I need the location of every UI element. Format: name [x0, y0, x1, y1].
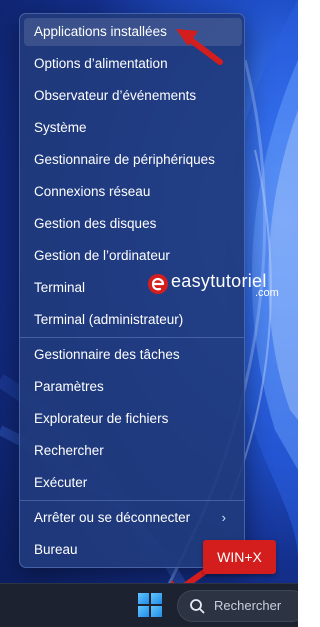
menu-item-gestion-ordinateur[interactable]: Gestion de l’ordinateur: [24, 242, 242, 270]
windows-logo-icon: [138, 593, 149, 604]
menu-item-observateur-evenements[interactable]: Observateur d’événements: [24, 82, 242, 110]
windows-logo-icon: [138, 606, 149, 617]
menu-item-gestion-disques[interactable]: Gestion des disques: [24, 210, 242, 238]
desktop: Applications installées Options d’alimen…: [0, 0, 298, 627]
menu-separator: [20, 337, 244, 338]
menu-item-label: Arrêter ou se déconnecter: [34, 510, 191, 525]
search-icon: [190, 599, 205, 614]
menu-item-applications-installees[interactable]: Applications installées: [24, 18, 242, 46]
watermark-text: easytutoriel: [171, 271, 267, 291]
easytutoriel-watermark: easytutoriel .com: [147, 271, 287, 307]
menu-item-options-alimentation[interactable]: Options d’alimentation: [24, 50, 242, 78]
easytutoriel-logo-icon: [148, 274, 168, 294]
menu-item-gestionnaire-peripheriques[interactable]: Gestionnaire de périphériques: [24, 146, 242, 174]
menu-item-systeme[interactable]: Système: [24, 114, 242, 142]
menu-item-arreter-deconnecter[interactable]: Arrêter ou se déconnecter ›: [24, 504, 242, 532]
search-placeholder: Rechercher: [214, 598, 282, 613]
taskbar-search-box[interactable]: Rechercher: [177, 590, 298, 622]
menu-separator: [20, 500, 244, 501]
start-button[interactable]: [138, 593, 164, 619]
chevron-right-icon: ›: [221, 510, 226, 525]
windows-logo-icon: [151, 606, 162, 617]
windows-logo-icon: [151, 593, 162, 604]
menu-item-executer[interactable]: Exécuter: [24, 469, 242, 497]
watermark-suffix: .com: [255, 287, 279, 299]
annotation-label: WIN+X: [203, 540, 276, 574]
menu-item-rechercher[interactable]: Rechercher: [24, 437, 242, 465]
menu-item-explorateur-fichiers[interactable]: Explorateur de fichiers: [24, 405, 242, 433]
menu-item-gestionnaire-taches[interactable]: Gestionnaire des tâches: [24, 341, 242, 369]
menu-item-parametres[interactable]: Paramètres: [24, 373, 242, 401]
taskbar: Rechercher: [0, 583, 298, 627]
menu-item-terminal-administrateur[interactable]: Terminal (administrateur): [24, 306, 242, 334]
menu-item-connexions-reseau[interactable]: Connexions réseau: [24, 178, 242, 206]
